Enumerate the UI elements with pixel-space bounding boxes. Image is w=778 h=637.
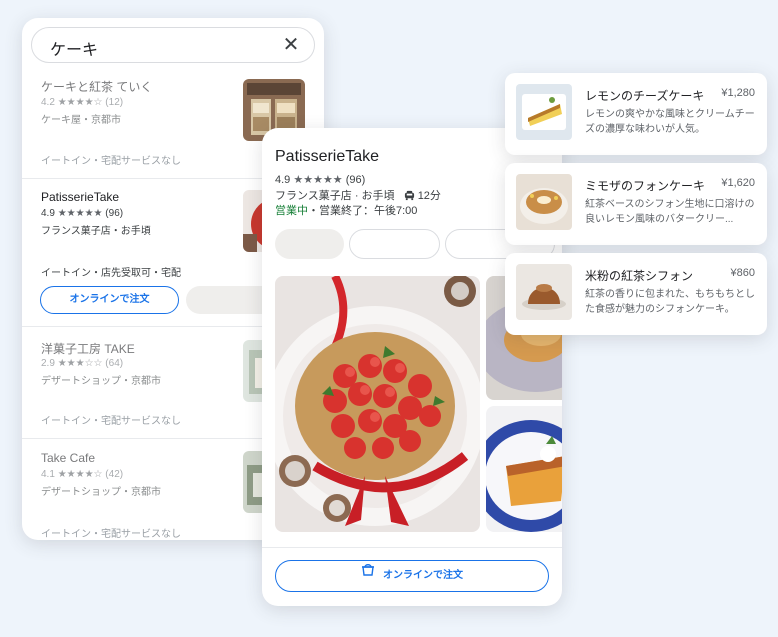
rating-value: 4.9 [275,174,291,186]
open-status: 営業中 [275,205,308,217]
drive-time: 12分 [417,190,441,202]
menu-item-price: ¥860 [730,267,755,279]
result-services: イートイン・店先受取可・宅配 [41,268,181,279]
lemon-cheesecake-photo [516,84,572,140]
star-rating-icon: ★★★☆☆ [57,358,103,369]
result-category: デザートショップ・京都市 [41,487,161,498]
result-name: PatisserieTake [41,190,120,204]
rating-value: 2.9 [41,358,55,369]
result-rating: 4.9 ★★★★★ (96) [41,208,123,219]
strawberry-tart-photo[interactable] [275,276,480,532]
star-rating-icon: ★★★★☆ [57,469,103,480]
menu-item-card[interactable]: レモンのチーズケーキ ¥1,280 レモンの爽やかな風味とクリームチーズの濃厚な… [505,73,767,155]
result-category: フランス菓子店・お手頃 [41,226,151,237]
divider [262,547,562,548]
closing-time: ・営業終了：午後7:00 [308,205,418,217]
menu-item-description: レモンの爽やかな風味とクリームチーズの濃厚な味わいが人気。 [585,109,755,135]
menu-item-card[interactable]: 米粉の紅茶シフォン ¥860 紅茶の香りに包まれた、もちもちとした食感が魅力のシ… [505,253,767,335]
review-count: (64) [105,358,124,369]
menu-item-card[interactable]: ミモザのフォンケーキ ¥1,620 紅茶ベースのシフォン生地に口溶けの良いレモン… [505,163,767,245]
mimosa-cake-photo [516,174,572,230]
result-services: イートイン・宅配サービスなし [41,416,181,427]
result-category: デザートショップ・京都市 [41,376,161,387]
review-count: (96) [105,208,124,219]
menu-item-description: 紅茶の香りに包まれた、もちもちとした食感が魅力のシフォンケーキ。 [585,289,755,315]
order-online-button[interactable]: オンラインで注文 [40,286,179,314]
result-rating: 2.9 ★★★☆☆ (64) [41,358,123,369]
close-icon[interactable]: ✕ [280,34,302,56]
result-category: ケーキ屋・京都市 [41,115,121,126]
review-count: (12) [105,97,124,108]
order-online-label: オンラインで注文 [383,570,463,581]
star-rating-icon: ★★★★★ [293,174,343,186]
search-query[interactable]: ケーキ [50,36,98,60]
result-name: ケーキと紅茶 ていく [41,80,153,94]
star-rating-icon: ★★★★★ [57,208,103,219]
review-count: (42) [105,469,124,480]
rating-value: 4.2 [41,97,55,108]
result-services: イートイン・宅配サービスなし [41,529,181,540]
search-bar[interactable]: ケーキ ✕ [31,27,315,63]
action-chip[interactable] [275,229,344,259]
result-services: イートイン・宅配サービスなし [41,156,181,167]
shopping-bag-icon [361,559,375,589]
result-rating: 4.1 ★★★★☆ (42) [41,469,123,480]
place-title: PatisserieTake [275,148,380,165]
result-name: 洋菓子工房 TAKE [41,342,135,356]
category-text: フランス菓子店 · お手頃 [275,190,395,202]
review-count: (96) [345,174,366,186]
place-hours: 営業中・営業終了：午後7:00 [275,202,417,218]
menu-item-price: ¥1,620 [721,177,755,189]
order-online-button[interactable]: オンラインで注文 [275,560,549,592]
rating-value: 4.9 [41,208,55,219]
tea-chiffon-photo [516,264,572,320]
rating-value: 4.1 [41,469,55,480]
action-chip[interactable] [349,229,440,259]
result-name: Take Cafe [41,451,96,465]
place-rating: 4.9 ★★★★★ (96) [275,173,365,186]
menu-item-name: ミモザのフォンケーキ [585,179,706,193]
menu-item-name: 米粉の紅茶シフォン [585,269,694,283]
menu-item-name: レモンのチーズケーキ [585,89,705,103]
menu-item-price: ¥1,280 [721,87,755,99]
cheesecake-photo[interactable] [486,406,562,532]
star-rating-icon: ★★★★☆ [57,97,103,108]
result-rating: 4.2 ★★★★☆ (12) [41,97,123,108]
menu-item-description: 紅茶ベースのシフォン生地に口溶けの良いレモン風味のバタークリー... [585,199,755,225]
